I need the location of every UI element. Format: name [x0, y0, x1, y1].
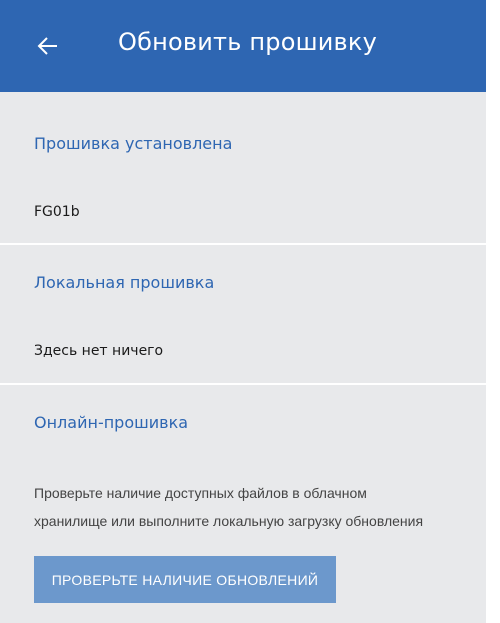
local-firmware-title: Локальная прошивка: [34, 273, 215, 292]
installed-firmware-section: Прошивка установлена FG01b: [0, 92, 486, 243]
app-bar: Обновить прошивку: [0, 0, 486, 92]
check-updates-button[interactable]: ПРОВЕРЬТЕ НАЛИЧИЕ ОБНОВЛЕНИЙ: [34, 556, 336, 603]
online-firmware-title: Онлайн-прошивка: [34, 413, 189, 432]
page-title: Обновить прошивку: [118, 28, 377, 56]
local-firmware-section: Локальная прошивка Здесь нет ничего: [0, 245, 486, 383]
back-button[interactable]: [26, 26, 70, 66]
online-firmware-description-line: Проверьте наличие доступных файлов в обл…: [34, 485, 367, 501]
arrow-left-icon: [37, 37, 57, 55]
installed-firmware-value: FG01b: [34, 204, 80, 220]
online-firmware-description-line: хранилище или выполните локальную загруз…: [34, 513, 424, 529]
local-firmware-value: Здесь нет ничего: [34, 343, 164, 359]
firmware-update-screen: Обновить прошивку Прошивка установлена F…: [0, 0, 500, 623]
installed-firmware-title: Прошивка установлена: [34, 134, 233, 153]
online-firmware-description: Проверьте наличие доступных файлов в обл…: [34, 479, 474, 535]
